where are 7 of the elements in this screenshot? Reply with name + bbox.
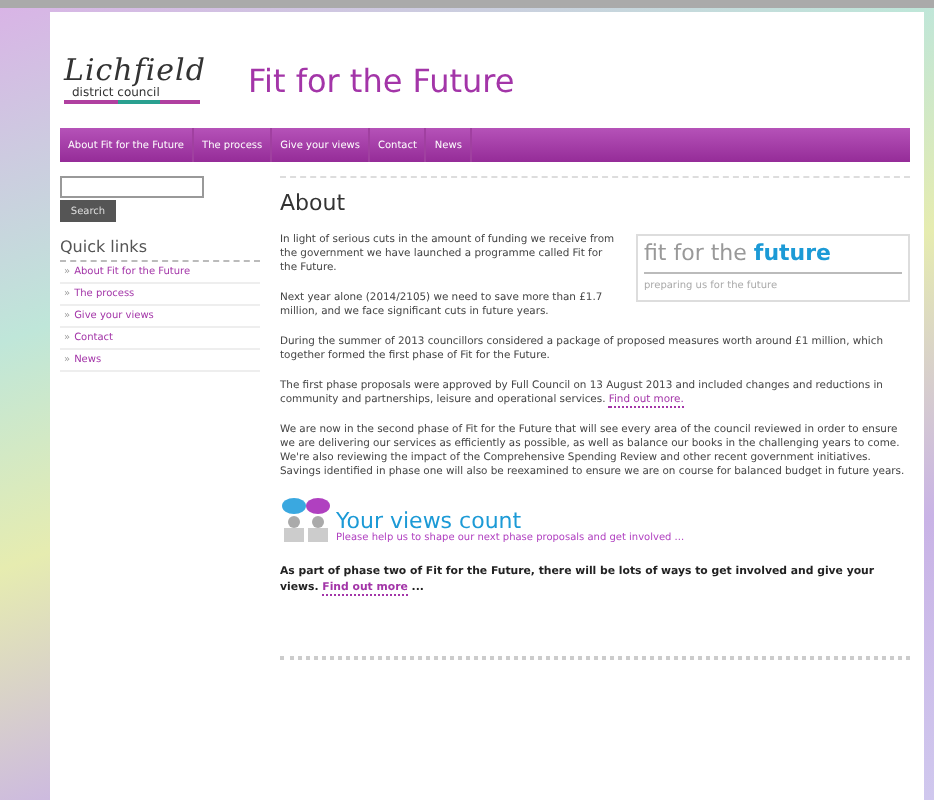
sidebar-heading: Quick links	[60, 238, 260, 262]
page-heading: About	[280, 190, 348, 216]
views-title: Your views count	[336, 510, 522, 532]
people-chat-icon	[280, 496, 332, 544]
site-title: Fit for the Future	[248, 61, 515, 99]
banner-title: fit for the future	[644, 240, 902, 274]
search-field[interactable]	[60, 176, 204, 198]
